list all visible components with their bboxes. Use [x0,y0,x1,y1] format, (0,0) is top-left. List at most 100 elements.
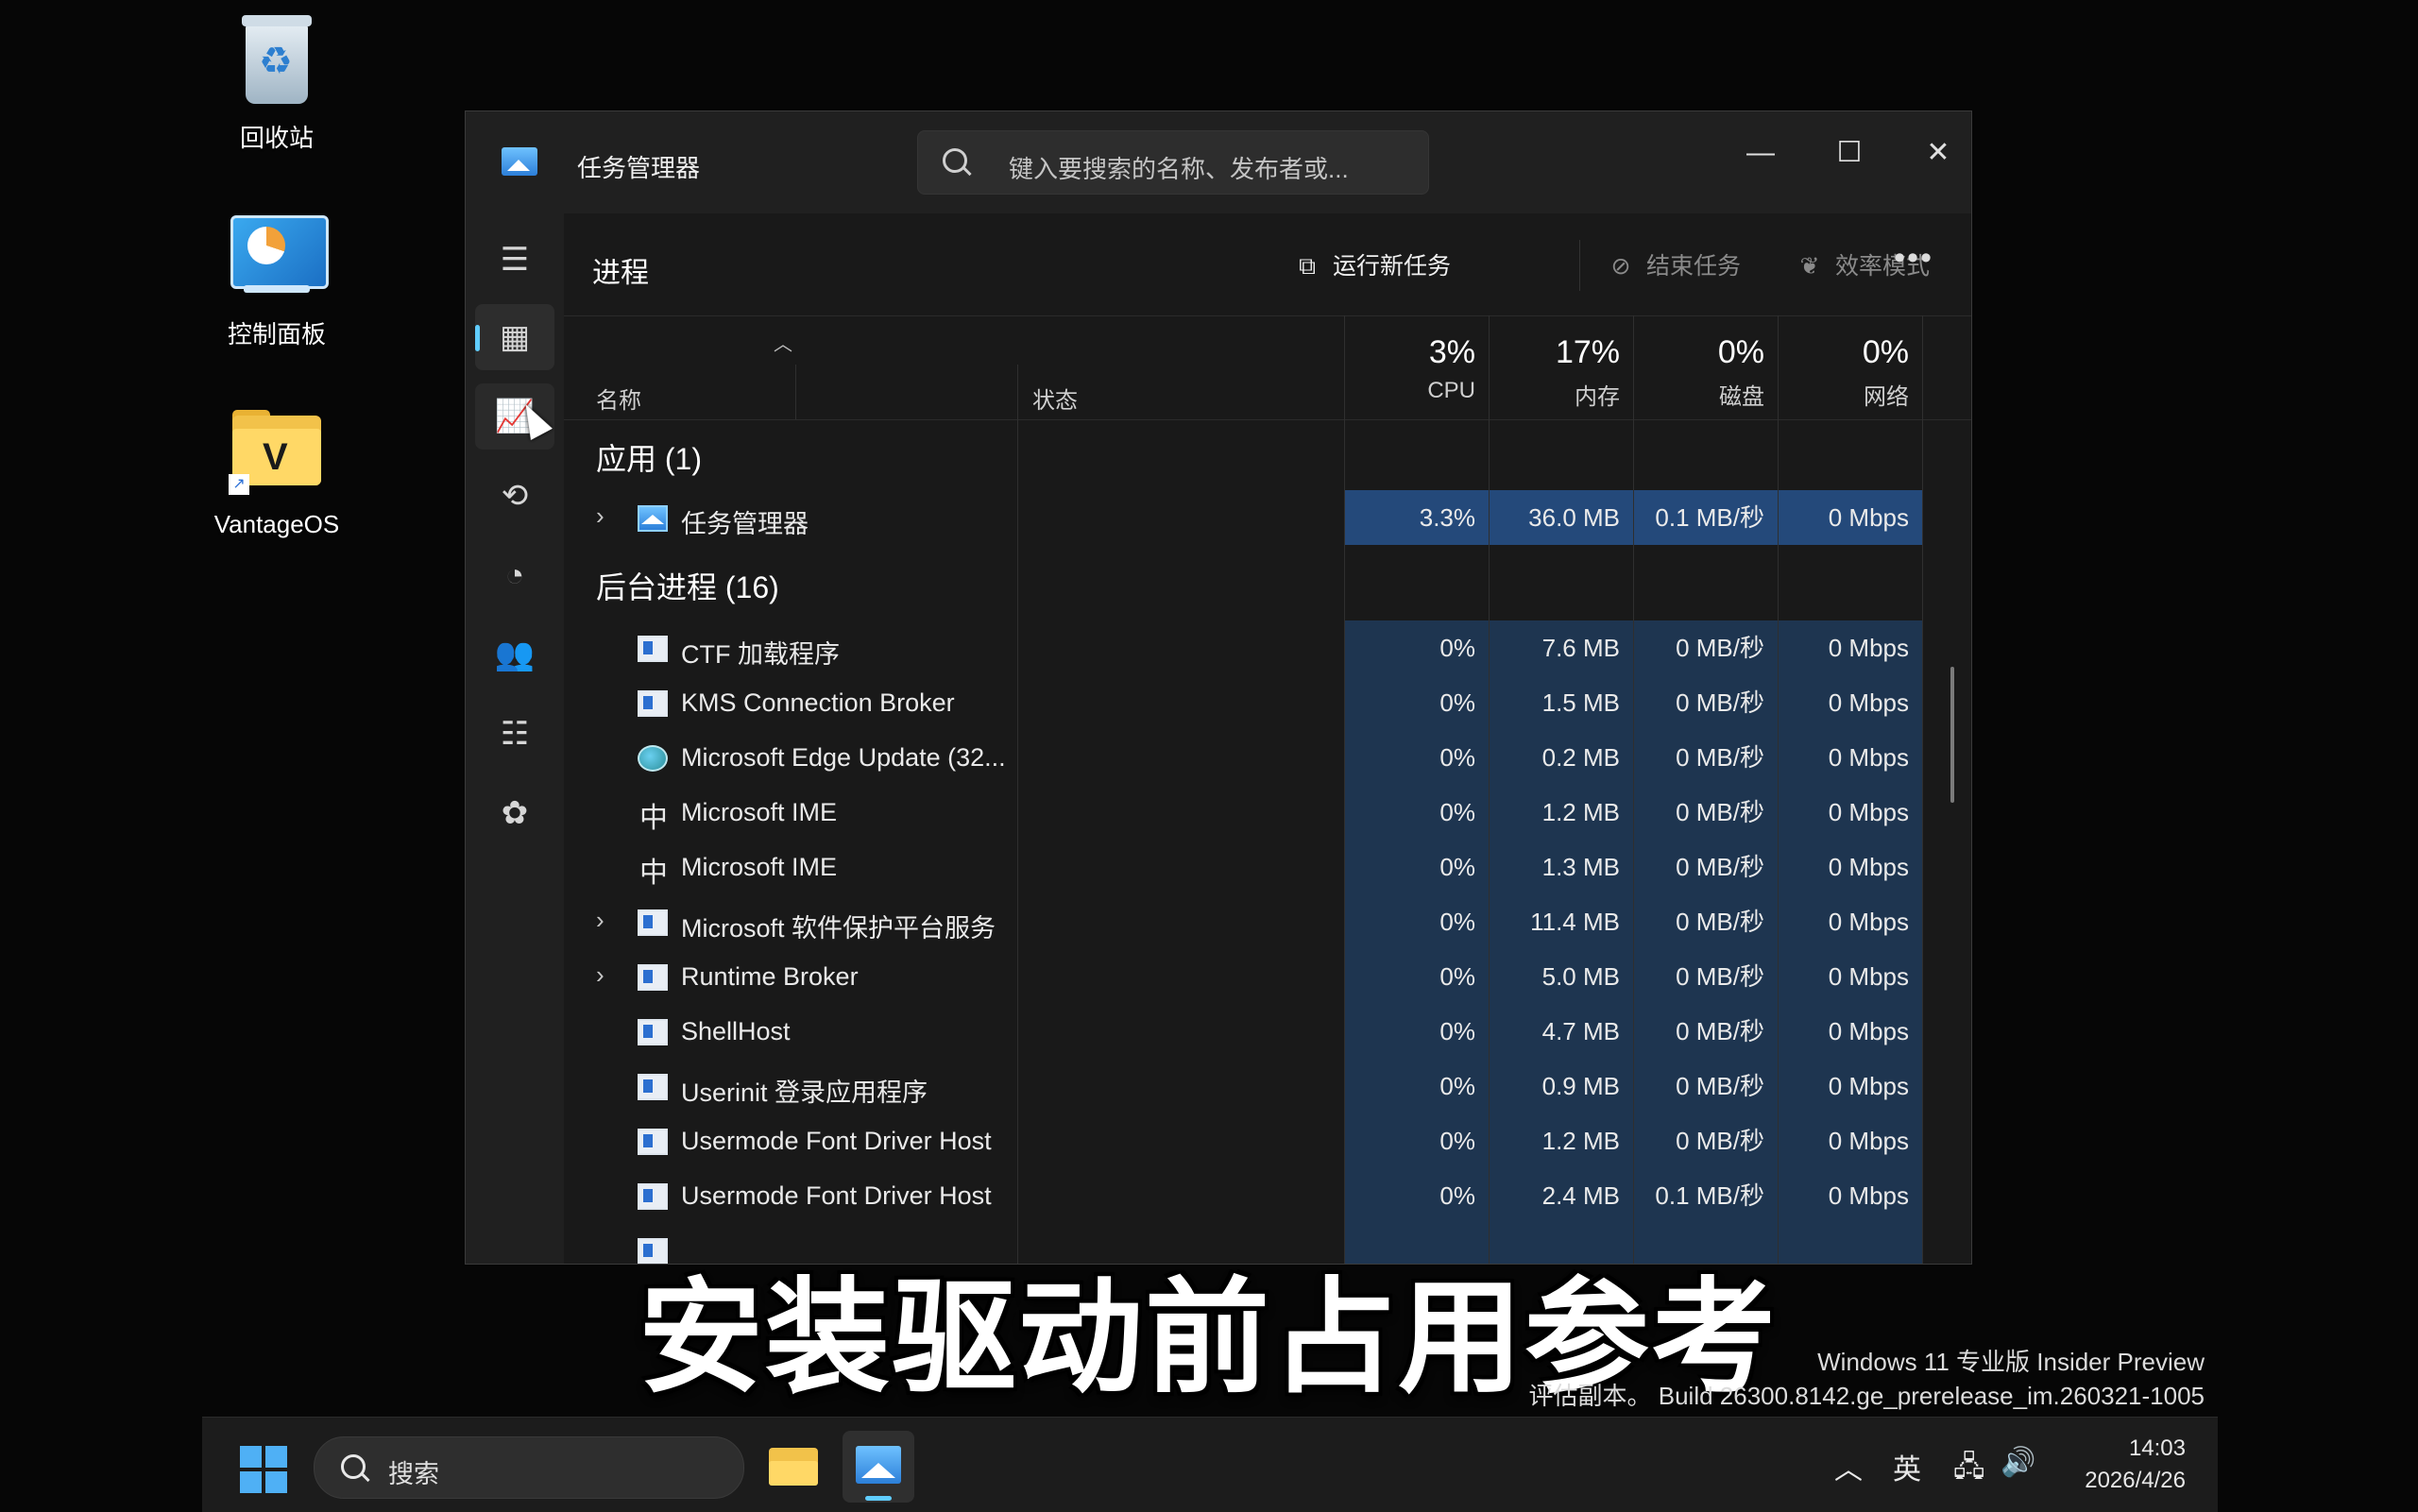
nav-app-history-icon[interactable]: ⟲ [475,463,554,529]
process-name: Usermode Font Driver Host [681,1127,992,1155]
process-icon [638,909,668,936]
table-row[interactable]: › Runtime Broker 0% 5.0 MB 0 MB/秒 0 Mbps [564,949,1971,1004]
memory-value: 1.5 MB [1490,675,1633,730]
process-name: Microsoft 软件保护平台服务 [681,914,996,943]
hamburger-menu-icon[interactable]: ☰ [475,227,554,293]
chevron-right-icon[interactable]: › [596,960,604,990]
process-icon [638,1019,668,1045]
run-new-task-button[interactable]: ⧉ 运行新任务 [1293,247,1451,281]
network-value: 0 Mbps [1779,1113,1922,1168]
cpu-value: 0% [1345,1113,1489,1168]
sort-ascending-icon[interactable]: ︿ [774,329,792,356]
nav-services-icon[interactable]: ✿ [475,780,554,846]
cpu-value: 3.3% [1345,490,1489,545]
network-value: 0 Mbps [1779,675,1922,730]
process-name: Microsoft Edge Update (32... [681,743,1006,772]
memory-value: 5.0 MB [1490,949,1633,1004]
table-row[interactable]: › 任务管理器 3.3% 36.0 MB 0.1 MB/秒 0 Mbps [564,490,1971,545]
memory-label: 内存 [1575,384,1620,410]
chevron-right-icon[interactable]: › [596,906,604,935]
memory-total: 17% [1555,334,1620,370]
cpu-value: 0% [1345,675,1489,730]
desktop-icon-recycle-bin[interactable]: 回收站 [187,9,366,154]
memory-value: 11.4 MB [1490,894,1633,949]
table-row[interactable]: ShellHost 0% 4.7 MB 0 MB/秒 0 Mbps [564,1004,1971,1059]
search-icon [341,1454,366,1479]
task-manager-icon [638,505,668,532]
leaf-icon: ❦ [1799,253,1820,280]
run-task-icon: ⧉ [1299,253,1316,280]
watermark-build: 评估副本。 Build 26300.8142.ge_prerelease_im.… [1528,1382,2205,1410]
table-row[interactable]: 中 Microsoft IME 0% 1.3 MB 0 MB/秒 0 Mbps [564,840,1971,894]
end-task-button[interactable]: ⊘ 结束任务 [1607,247,1742,281]
end-task-icon: ⊘ [1610,253,1631,280]
column-divider [795,365,796,419]
column-header-name[interactable]: 名称 [596,382,641,415]
folder-shortcut-icon: V ↗ [225,400,329,504]
task-manager-app-icon [502,147,537,176]
column-header-status[interactable]: 状态 [1032,382,1078,415]
process-icon [638,1183,668,1210]
nav-startup-apps-icon[interactable]: ◔ [475,542,554,608]
desktop-icon-vantageos[interactable]: V ↗ VantageOS [187,400,366,539]
disk-value: 0 MB/秒 [1634,730,1778,785]
table-row[interactable]: › Microsoft 软件保护平台服务 0% 11.4 MB 0 MB/秒 0… [564,894,1971,949]
taskbar-file-explorer[interactable] [758,1431,829,1503]
disk-total: 0% [1717,334,1764,370]
network-value: 0 Mbps [1779,785,1922,840]
nav-details-icon[interactable]: ☷ [475,701,554,767]
taskbar-task-manager[interactable] [843,1431,914,1503]
disk-label: 磁盘 [1719,384,1764,410]
minimize-button[interactable]: — [1728,125,1794,181]
desktop-icon-control-panel[interactable]: 控制面板 [187,206,366,350]
window-title: 任务管理器 [577,154,701,182]
ime-icon: 中 [639,803,668,834]
network-value: 0 Mbps [1779,1168,1922,1223]
cpu-label: CPU [1427,378,1475,403]
cpu-value: 0% [1345,949,1489,1004]
task-manager-icon [856,1446,901,1484]
system-clock[interactable]: 14:03 2026/4/26 [2085,1433,2186,1497]
cpu-value: 0% [1345,1168,1489,1223]
volume-icon[interactable]: 🔊 [2001,1446,2035,1479]
cpu-value: 0% [1345,785,1489,840]
watermark-edition: Windows 11 专业版 Insider Preview [1817,1348,2205,1376]
column-header-cpu[interactable]: 3% CPU [1345,315,1489,419]
nav-users-icon[interactable]: 👥 [475,621,554,688]
table-row[interactable]: KMS Connection Broker 0% 1.5 MB 0 MB/秒 0… [564,675,1971,730]
network-value: 0 Mbps [1779,490,1922,545]
table-row[interactable]: Usermode Font Driver Host 0% 2.4 MB 0.1 … [564,1168,1971,1223]
chevron-right-icon[interactable]: › [596,501,604,531]
memory-value: 0.2 MB [1490,730,1633,785]
taskbar-search-label: 搜索 [388,1460,439,1488]
close-button[interactable]: ✕ [1905,125,1971,181]
column-header-network[interactable]: 0% 网络 [1779,315,1922,419]
table-row[interactable]: Userinit 登录应用程序 0% 0.9 MB 0 MB/秒 0 Mbps [564,1059,1971,1113]
network-value: 0 Mbps [1779,1059,1922,1113]
process-name: KMS Connection Broker [681,688,955,717]
table-row[interactable]: Usermode Font Driver Host 0% 1.2 MB 0 MB… [564,1113,1971,1168]
table-row[interactable]: CTF 加载程序 0% 7.6 MB 0 MB/秒 0 Mbps [564,620,1971,675]
cpu-value: 0% [1345,894,1489,949]
table-row[interactable]: 中 Microsoft IME 0% 1.2 MB 0 MB/秒 0 Mbps [564,785,1971,840]
show-hidden-icons-chevron-up-icon[interactable]: ︿ [1834,1446,1863,1487]
cpu-value: 0% [1345,730,1489,785]
process-icon [638,690,668,717]
start-button-windows-icon[interactable] [240,1446,287,1493]
network-icon[interactable]: 🖧 [1953,1446,1984,1494]
taskbar-search[interactable]: 搜索 [314,1436,744,1499]
processes-page: 进程 ⧉ 运行新任务 ⊘ 结束任务 ❦ 效率模式 ••• ︿ 名称 状态 3% CPU… [564,213,1971,1264]
process-icon [638,1074,668,1100]
column-header-memory[interactable]: 17% 内存 [1490,315,1633,419]
ime-indicator[interactable]: 英 [1893,1446,1921,1487]
more-options-icon[interactable]: ••• [1894,240,1933,277]
column-header-disk[interactable]: 0% 磁盘 [1634,315,1778,419]
maximize-button[interactable]: ☐ [1816,125,1882,181]
disk-value: 0.1 MB/秒 [1634,1168,1778,1223]
vertical-scrollbar[interactable] [1950,667,1954,803]
table-row[interactable]: Microsoft Edge Update (32... 0% 0.2 MB 0… [564,730,1971,785]
nav-processes-icon[interactable]: ▦ [475,304,554,370]
group-header-background: 后台进程 (16) [596,570,779,604]
network-value: 0 Mbps [1779,620,1922,675]
search-box[interactable]: 键入要搜索的名称、发布者或... [917,130,1429,195]
